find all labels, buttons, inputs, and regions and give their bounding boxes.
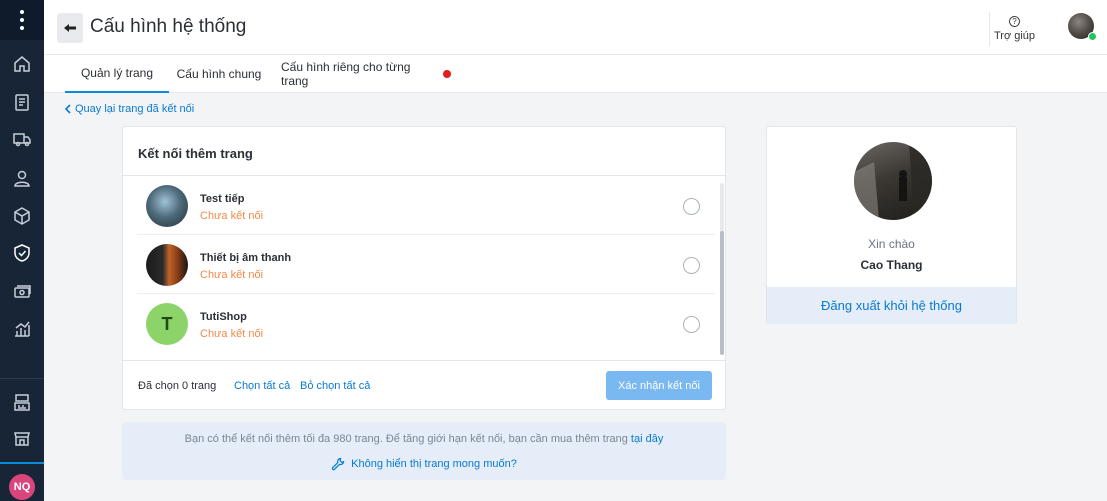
home-icon[interactable] (0, 45, 44, 82)
page-avatar (146, 244, 188, 286)
shield-icon[interactable] (0, 234, 44, 271)
connect-pages-card: Kết nối thêm trang Test tiếp Chưa kết nố… (122, 126, 726, 410)
alert-dot (443, 70, 451, 78)
wrench-icon (331, 457, 345, 471)
scrollbar-thumb[interactable] (720, 231, 724, 355)
profile-photo (854, 142, 932, 220)
sidebar-active-indicator (0, 462, 44, 464)
missing-page-help-link[interactable]: Không hiển thị trang mong muốn? (122, 457, 726, 471)
page-list-item[interactable]: Test tiếp Chưa kết nối (137, 176, 715, 235)
page-select-radio[interactable] (683, 257, 700, 274)
tab-per-page-config[interactable]: Cấu hình riêng cho từng trang (281, 55, 451, 93)
tab-general-config[interactable]: Cấu hình chung (161, 55, 277, 93)
deselect-all-link[interactable]: Bỏ chọn tất cả (300, 380, 370, 392)
selected-count: Đã chọn 0 trang (138, 380, 217, 392)
page-list-item[interactable]: T TutiShop Chưa kết nối (137, 294, 715, 353)
page-select-radio[interactable] (683, 198, 700, 215)
sidebar: NQ (0, 0, 44, 501)
online-status-dot (1088, 32, 1097, 41)
help-link-label: Không hiển thị trang mong muốn? (351, 458, 517, 470)
pos-icon[interactable] (0, 383, 44, 420)
cash-icon[interactable] (0, 272, 44, 309)
logout-button[interactable]: Đăng xuất khỏi hệ thống (767, 287, 1016, 324)
card-title: Kết nối thêm trang (138, 146, 253, 161)
tab-label: Quản lý trang (80, 66, 154, 80)
back-to-connected-link[interactable]: Quay lại trang đã kết nối (64, 103, 194, 115)
more-vertical-icon (20, 10, 24, 30)
arrow-left-icon (64, 24, 76, 32)
product-icon[interactable] (0, 197, 44, 234)
profile-card: Xin chào Cao Thang Đăng xuất khỏi hệ thố… (766, 126, 1017, 324)
chevron-left-icon (64, 104, 71, 114)
page-name: Test tiếp (200, 193, 245, 205)
page-name: TutiShop (200, 311, 247, 323)
info-box: Bạn có thể kết nối thêm tối đa 980 trang… (122, 422, 726, 480)
sidebar-divider (0, 378, 44, 379)
page-avatar (146, 185, 188, 227)
store-icon[interactable] (0, 419, 44, 456)
confirm-connect-button[interactable]: Xác nhận kết nối (606, 371, 712, 400)
tab-label: Cấu hình riêng cho từng trang (281, 60, 411, 88)
back-link-label: Quay lại trang đã kết nối (75, 103, 195, 115)
report-icon[interactable] (0, 310, 44, 347)
info-text: Bạn có thể kết nối thêm tối đa 980 trang… (122, 433, 726, 445)
page-select-radio[interactable] (683, 316, 700, 333)
help-label: Trợ giúp (993, 30, 1036, 42)
select-all-link[interactable]: Chọn tất cả (234, 380, 290, 392)
page-title: Cấu hình hệ thống (90, 16, 247, 37)
greeting: Xin chào (868, 237, 915, 251)
shipping-icon[interactable] (0, 120, 44, 157)
question-icon: ? (1009, 16, 1020, 27)
page-avatar: T (146, 303, 188, 345)
page-list-scrollbar[interactable] (720, 183, 724, 355)
page-header: Cấu hình hệ thống ? Trợ giúp (44, 0, 1107, 55)
customer-icon[interactable] (0, 159, 44, 196)
buy-more-link[interactable]: tại đây (631, 433, 663, 445)
user-initials-avatar[interactable]: NQ (9, 474, 35, 500)
page-list-item[interactable]: Thiết bị âm thanh Chưa kết nối (137, 235, 715, 294)
page-status: Chưa kết nối (200, 269, 264, 281)
menu-toggle-button[interactable] (0, 0, 44, 40)
order-icon[interactable] (0, 83, 44, 120)
divider (123, 360, 725, 361)
page-status: Chưa kết nối (200, 210, 264, 222)
back-button[interactable] (57, 13, 83, 43)
tab-bar: Quản lý trang Cấu hình chung Cấu hình ri… (44, 55, 1107, 93)
page-name: Thiết bị âm thanh (200, 252, 292, 264)
user-name: Cao Thang (860, 258, 923, 272)
page-status: Chưa kết nối (200, 328, 264, 340)
limit-message: Bạn có thể kết nối thêm tối đa 980 trang… (184, 433, 628, 445)
tab-label: Cấu hình chung (176, 67, 262, 81)
help-button[interactable]: ? Trợ giúp (989, 12, 1039, 46)
tab-manage-pages[interactable]: Quản lý trang (65, 55, 169, 93)
